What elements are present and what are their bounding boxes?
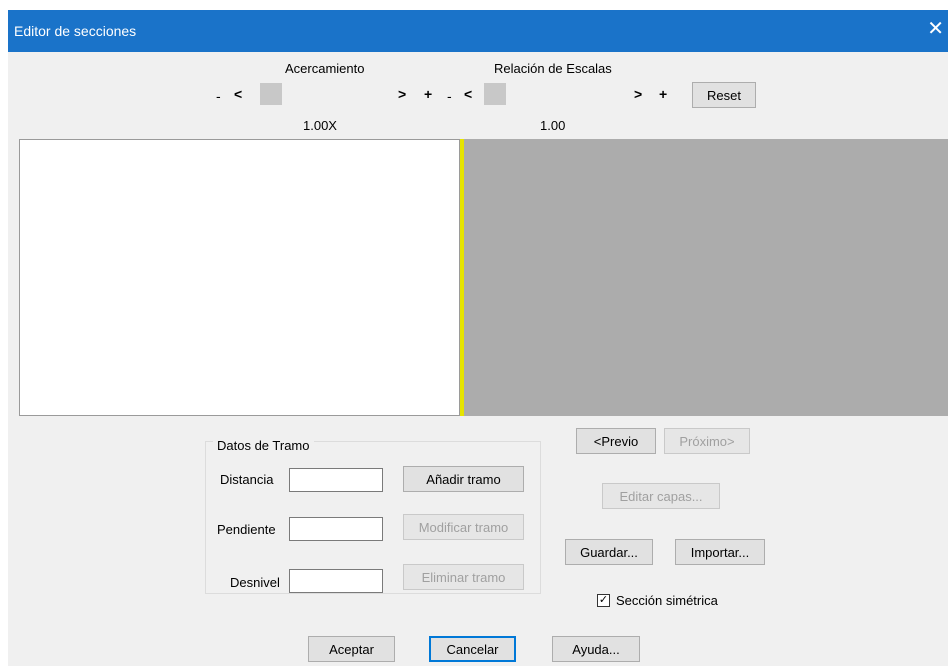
tramo-group-title: Datos de Tramo: [213, 438, 314, 453]
drop-input[interactable]: [289, 569, 383, 593]
zoom-left-arrow-button[interactable]: <: [234, 86, 242, 102]
drop-label: Desnivel: [230, 575, 280, 590]
zoom-right-arrow-button[interactable]: >: [398, 86, 406, 102]
slope-input[interactable]: [289, 517, 383, 541]
zoom-label: Acercamiento: [285, 61, 365, 76]
scale-value: 1.00: [540, 118, 566, 133]
title-bar: Editor de secciones ✕: [8, 10, 948, 52]
symmetric-section-checkbox[interactable]: ✓: [597, 594, 610, 607]
import-button[interactable]: Importar...: [675, 539, 765, 565]
top-strip: [0, 0, 948, 10]
distance-label: Distancia: [220, 472, 274, 487]
checkmark-icon: ✓: [598, 594, 609, 606]
window-title: Editor de secciones: [14, 23, 137, 39]
add-tramo-button[interactable]: Añadir tramo: [403, 466, 524, 492]
help-button[interactable]: Ayuda...: [552, 636, 640, 662]
scale-minus-button[interactable]: -: [447, 88, 452, 104]
save-button[interactable]: Guardar...: [565, 539, 653, 565]
zoom-value: 1.00X: [303, 118, 337, 133]
section-editor-window: Editor de secciones ✕ Acercamiento - < >…: [0, 0, 948, 666]
reset-button[interactable]: Reset: [692, 82, 756, 108]
close-icon[interactable]: ✕: [927, 19, 944, 39]
scale-label: Relación de Escalas: [494, 61, 612, 76]
zoom-minus-button[interactable]: -: [216, 88, 221, 104]
scale-slider-thumb[interactable]: [484, 83, 506, 105]
scale-plus-button[interactable]: +: [659, 86, 667, 102]
accept-button[interactable]: Aceptar: [308, 636, 395, 662]
modify-tramo-button[interactable]: Modificar tramo: [403, 514, 524, 540]
next-button[interactable]: Próximo>: [664, 428, 750, 454]
edit-layers-button[interactable]: Editar capas...: [602, 483, 720, 509]
slope-label: Pendiente: [217, 522, 276, 537]
left-edge: [0, 10, 8, 666]
previous-button[interactable]: <Previo: [576, 428, 656, 454]
section-preview-area[interactable]: [464, 139, 948, 416]
symmetric-section-label: Sección simétrica: [616, 593, 718, 608]
zoom-slider-thumb[interactable]: [260, 83, 282, 105]
zoom-plus-button[interactable]: +: [424, 86, 432, 102]
distance-input[interactable]: [289, 468, 383, 492]
scale-right-arrow-button[interactable]: >: [634, 86, 642, 102]
delete-tramo-button[interactable]: Eliminar tramo: [403, 564, 524, 590]
cancel-button[interactable]: Cancelar: [429, 636, 516, 662]
section-drawing-canvas[interactable]: [19, 139, 460, 416]
scale-left-arrow-button[interactable]: <: [464, 86, 472, 102]
